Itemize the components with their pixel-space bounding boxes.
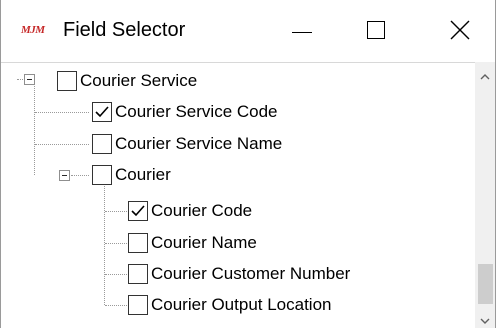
- tree-connector: [34, 83, 35, 175]
- tree-connector: [35, 112, 89, 113]
- tree-node-label: Courier Output Location: [151, 295, 332, 314]
- tree-node-label: Courier Name: [151, 233, 257, 252]
- chevron-down-icon[interactable]: [478, 314, 492, 328]
- close-icon: [450, 20, 470, 40]
- tree-node-label: Courier Service: [80, 71, 198, 90]
- tree-node-label: Courier Code: [151, 201, 253, 220]
- field-selector-window: MJM Field Selector Courier Service Couri…: [0, 0, 496, 328]
- vertical-scrollbar[interactable]: [475, 62, 495, 328]
- checkbox[interactable]: [128, 295, 148, 315]
- tree-node-courier[interactable]: Courier: [92, 160, 171, 190]
- tree-connector: [105, 243, 127, 244]
- checkbox[interactable]: [92, 134, 112, 154]
- tree-connector: [105, 305, 127, 306]
- checkmark-icon: [131, 205, 145, 217]
- tree-node-label: Courier Customer Number: [151, 264, 351, 283]
- tree-connector: [104, 183, 105, 305]
- scrollbar-thumb[interactable]: [478, 264, 493, 304]
- tree-node-courier-output-location[interactable]: Courier Output Location: [128, 290, 332, 320]
- minimize-icon: [292, 31, 312, 33]
- tree-node-courier-name[interactable]: Courier Name: [128, 228, 257, 258]
- tree-node-label: Courier: [115, 165, 171, 184]
- tree-node-courier-customer-number[interactable]: Courier Customer Number: [128, 259, 350, 289]
- app-logo: MJM: [21, 24, 45, 36]
- collapse-minus-icon[interactable]: [24, 74, 35, 85]
- checkmark-icon: [95, 106, 109, 118]
- tree-connector: [71, 175, 89, 176]
- checkbox[interactable]: [128, 264, 148, 284]
- collapse-minus-icon[interactable]: [59, 170, 70, 181]
- tree-connector: [105, 274, 127, 275]
- minimize-button[interactable]: [267, 0, 337, 60]
- field-tree[interactable]: Courier Service Courier Service Code Cou…: [1, 62, 475, 328]
- checkbox-checked[interactable]: [92, 102, 112, 122]
- checkbox[interactable]: [128, 233, 148, 253]
- close-button[interactable]: [425, 0, 495, 60]
- tree-node-courier-service[interactable]: Courier Service: [57, 66, 197, 96]
- tree-node-label: Courier Service Name: [115, 134, 283, 153]
- checkbox[interactable]: [92, 165, 112, 185]
- tree-node-courier-service-code[interactable]: Courier Service Code: [92, 97, 278, 127]
- tree-node-courier-code[interactable]: Courier Code: [128, 196, 252, 226]
- checkbox[interactable]: [57, 71, 77, 91]
- checkbox-checked[interactable]: [128, 201, 148, 221]
- title-bar[interactable]: MJM Field Selector: [1, 0, 495, 62]
- tree-node-label: Courier Service Code: [115, 102, 278, 121]
- tree-connector: [105, 211, 127, 212]
- window-title: Field Selector: [63, 19, 186, 41]
- tree-node-courier-service-name[interactable]: Courier Service Name: [92, 129, 282, 159]
- maximize-button[interactable]: [341, 0, 411, 60]
- tree-connector: [35, 144, 89, 145]
- chevron-up-icon[interactable]: [478, 70, 492, 84]
- maximize-icon: [367, 21, 385, 39]
